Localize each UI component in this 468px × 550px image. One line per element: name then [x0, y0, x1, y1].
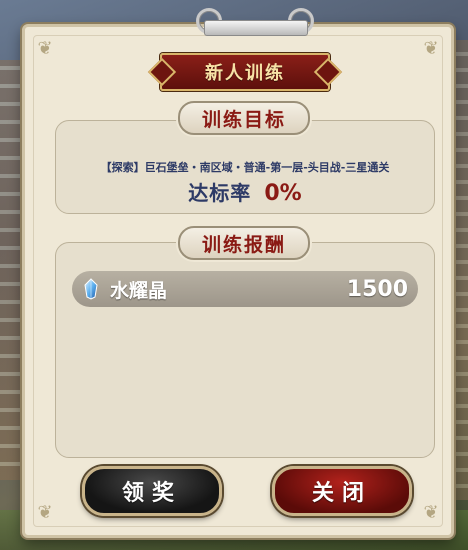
corner-ornament-icon: ❦	[37, 38, 53, 59]
goal-description: 【探索】巨石堡垒・南区域・普通-第一层-头目战-三星通关	[100, 161, 390, 174]
clipboard-clip-icon	[196, 8, 314, 38]
reward-item: 水耀晶 1500	[72, 271, 418, 307]
completion-rate: 达标率 0%	[56, 177, 434, 206]
training-reward-section: 水耀晶 1500	[55, 242, 435, 458]
reward-item-amount: 1500	[346, 276, 408, 302]
corner-ornament-icon: ❦	[37, 502, 53, 523]
corner-ornament-icon: ❦	[423, 502, 439, 523]
completion-rate-label: 达标率	[188, 181, 252, 205]
dialog-title-banner: 新人训练	[160, 53, 330, 91]
close-button[interactable]: 关闭	[272, 466, 412, 516]
corner-ornament-icon: ❦	[423, 38, 439, 59]
reward-section-heading: 训练报酬	[178, 226, 310, 260]
crystal-icon	[84, 278, 98, 300]
dialog-title: 新人训练	[205, 63, 285, 84]
completion-rate-value: 0%	[264, 181, 302, 206]
game-screen: ❦ ❦ ❦ ❦ 新人训练 【探索】巨石堡垒・南区域・普通-第一层-头目战-三星通…	[0, 0, 468, 550]
claim-reward-button[interactable]: 领奖	[82, 466, 222, 516]
goal-section-heading: 训练目标	[178, 101, 310, 135]
reward-item-name: 水耀晶	[110, 279, 168, 302]
